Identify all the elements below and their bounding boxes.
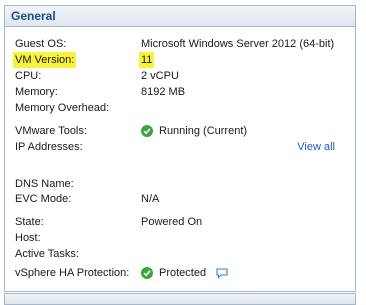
vm-version-label: VM Version: [13, 52, 77, 68]
vm-version-value: 11 [139, 52, 155, 68]
vmware-tools-label: VMware Tools: [15, 125, 87, 137]
panel-title: General [5, 6, 355, 27]
guest-os-value: Microsoft Windows Server 2012 (64-bit) [141, 38, 335, 50]
vmware-tools-status: Running (Current) [141, 123, 247, 139]
vsphere-ha-status: Protected [141, 265, 228, 281]
next-panel-header [4, 293, 356, 305]
memory-overhead-label: Memory Overhead: [15, 102, 110, 114]
cpu-value: 2 vCPU [141, 70, 179, 82]
cpu-label: CPU: [15, 70, 42, 82]
state-value: Powered On [141, 216, 203, 228]
evc-mode-label: EVC Mode: [15, 193, 72, 205]
dns-name-label: DNS Name: [15, 178, 74, 190]
ip-addresses-label: IP Addresses: [15, 141, 83, 153]
row-ip-addresses: IP Addresses: View all [15, 139, 345, 155]
active-tasks-label: Active Tasks: [15, 248, 79, 260]
memory-value: 8192 MB [141, 86, 186, 98]
guest-os-label: Guest OS: [15, 38, 67, 50]
comment-icon[interactable] [216, 267, 228, 279]
host-label: Host: [15, 232, 41, 244]
check-icon [141, 125, 153, 137]
view-all-link[interactable]: View all [297, 139, 335, 155]
general-panel: General Guest OS: Microsoft Windows Serv… [4, 5, 356, 292]
memory-label: Memory: [15, 86, 58, 98]
vsphere-ha-label: vSphere HA Protection: [15, 267, 130, 279]
vsphere-ha-value: Protected [159, 267, 207, 279]
check-icon [141, 267, 153, 279]
vmware-tools-value: Running (Current) [159, 125, 248, 137]
evc-mode-value: N/A [141, 193, 160, 205]
state-label: State: [15, 216, 44, 228]
